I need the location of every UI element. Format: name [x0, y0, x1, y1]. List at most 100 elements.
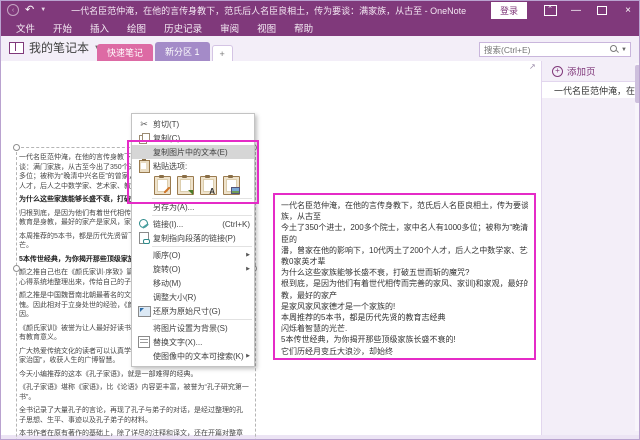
menu-separator [152, 198, 252, 199]
article-paragraph: 全书记录了大量孔子的言论，再现了孔子与弟子的对话，是经过整理的孔子思想、生平、事… [19, 407, 243, 424]
page-list-item[interactable]: 一代名臣范仲淹，在他 [542, 82, 639, 98]
arrow-glyph [188, 189, 193, 195]
ribbon-tab[interactable]: 绘图 [118, 19, 155, 36]
submenu-arrow-icon: ▶ [246, 252, 250, 258]
menu-item-restore-original-size[interactable]: 还原为原始尺寸(G) [132, 304, 254, 318]
search-box[interactable]: ▼ [479, 42, 631, 57]
ribbon-tab[interactable]: 视图 [248, 19, 285, 36]
paste-options-row: A [132, 173, 254, 197]
search-icon [610, 45, 619, 54]
add-page-label: 添加页 [567, 67, 596, 78]
ribbon-tab[interactable]: 开始 [44, 19, 81, 36]
selection-handle-middle-left[interactable] [13, 265, 20, 272]
pasted-text-line: 臣的 [281, 234, 297, 244]
menu-item-resize[interactable]: 调整大小(R) [132, 290, 254, 304]
panel-scrollbar[interactable] [635, 63, 639, 431]
pasted-text-line: 教0家英才辈 [281, 257, 326, 267]
ribbon-display-options-button[interactable]: ⌃ [537, 1, 563, 19]
minimize-button[interactable]: — [563, 1, 589, 19]
menu-item-label: 使图像中的文本可搜索(K) [153, 351, 244, 361]
menu-item-copy[interactable]: 复制(C) [132, 131, 254, 145]
menu-item-link[interactable]: 链接(I)... (Ctrl+K) [132, 217, 254, 231]
titlebar-controls: 登录 ⌃ — × [490, 1, 639, 19]
menu-item-copy-link-to-paragraph[interactable]: 复制指向段落的链接(P) [132, 231, 254, 245]
menu-item-label: 粘贴选项: [153, 161, 188, 171]
notebook-dropdown[interactable]: 我的笔记本 ▼ [9, 39, 100, 56]
ribbon-tab[interactable]: 历史记录 [155, 19, 211, 36]
undo-icon[interactable]: ↶ [25, 5, 34, 16]
submenu-arrow-icon: ▶ [246, 353, 250, 359]
pasted-text-line: 本周推荐的5本书，都是历代先贤的教育志经典 [281, 313, 446, 323]
menu-item-move[interactable]: 移动(M) [132, 276, 254, 290]
notebook-icon [9, 41, 24, 54]
menu-item-label: 另存为(A)... [153, 202, 195, 212]
ribbon-display-icon: ⌃ [543, 4, 557, 16]
maximize-button[interactable] [589, 1, 615, 19]
pasted-text-line: 潘，曾家在他的影响下，10代丙土了200个人才，后人之中数学家、艺术家、 [281, 245, 528, 255]
menu-item-label: 旋转(O) [153, 264, 181, 274]
menu-item-save-as[interactable]: 另存为(A)... [132, 200, 254, 214]
pasted-text-line: 根到底，是因为他们有着世代相传而完善的家风、家训}和家观，最好的教0是身 [281, 279, 528, 289]
login-button[interactable]: 登录 [490, 1, 527, 19]
notebook-name: 我的笔记本 [29, 41, 90, 55]
paste-icon [137, 158, 151, 173]
paragraph-link-icon [137, 232, 151, 244]
pasted-text-line: 族，从古至 [281, 212, 321, 222]
menu-item-rotate[interactable]: 旋转(O) ▶ [132, 262, 254, 276]
menu-separator [152, 319, 252, 320]
menu-item-make-text-searchable[interactable]: 使图像中的文本可搜索(K) ▶ [132, 349, 254, 363]
search-input[interactable] [480, 44, 611, 55]
close-button[interactable]: × [615, 1, 639, 19]
pasted-text-container[interactable]: 一代名臣范仲淹，在他的言传身教下，范氏后人名臣良相土，传为要谈：满家 族，从古至今… [273, 193, 536, 360]
pasted-text-line: 是家风家风家德才是一个家族的! [281, 301, 396, 311]
menu-item-label: 复制(C) [153, 133, 181, 143]
pasted-text-line: 教，最好的家产 [281, 290, 337, 300]
pasted-text-line: 它们历经月变丘大浪沙，却始终 [281, 346, 393, 356]
paste-as-picture-icon[interactable] [223, 174, 240, 195]
menu-item-copy-text-from-picture[interactable]: 复制图片中的文本(E) [132, 145, 254, 159]
back-icon[interactable]: ‹ [7, 4, 19, 16]
menu-item-label: 复制图片中的文本(E) [153, 147, 228, 157]
ribbon-tab[interactable]: 文件 [7, 19, 44, 36]
section-tab[interactable]: 新分区 1 [155, 42, 210, 61]
menu-separator [152, 215, 252, 216]
context-menu: ✂ 剪切(T) 复制(C) 复制图片中的文本(E) 粘贴选项: A 另存为(A)… [131, 113, 255, 367]
menu-item-order[interactable]: 顺序(O) ▶ [132, 248, 254, 262]
paste-merge-formatting-icon[interactable] [177, 174, 194, 195]
pasted-text-line: 5本传世经典，为你揭开那些顶级家族长盛不衰的! [281, 335, 456, 345]
ribbon-tab[interactable]: 插入 [81, 19, 118, 36]
menu-separator [152, 246, 252, 247]
menu-item-alt-text[interactable]: 替换文字(X)... [132, 335, 254, 349]
search-scope-dropdown-icon[interactable]: ▼ [621, 47, 627, 53]
menu-item-cut[interactable]: ✂ 剪切(T) [132, 117, 254, 131]
selection-handle-top-left[interactable] [13, 144, 20, 151]
maximize-icon [597, 5, 607, 15]
ribbon-tab[interactable]: 帮助 [285, 19, 322, 36]
menu-item-label: 还原为原始尺寸(G) [153, 306, 221, 316]
quick-access-toolbar: ‹ ↶ ▼ [1, 4, 46, 16]
page-canvas[interactable]: 一代名臣范仲淹，在他的言传身教下，范氏后人名臣良将辈出，传为美谈：满门家族，从古… [1, 61, 541, 439]
menu-item-label: 替换文字(X)... [153, 337, 203, 347]
menu-item-set-picture-as-background[interactable]: 将图片设置为背景(S) [132, 321, 254, 335]
section-tab[interactable]: + [211, 45, 233, 61]
article-paragraph: 本书作者在原有著作的基础上，除了详尽的注释和译文，还在开篇对整章内容都作了概述，… [19, 430, 243, 437]
paste-keep-text-only-icon[interactable]: A [200, 174, 217, 196]
scrollbar-thumb[interactable] [635, 65, 639, 103]
pasted-text-line: 为什么这些家族能够长盛不衰，打破五世而斩的魔咒? [281, 268, 470, 278]
article-paragraph: 《孔子家语》堪称《家语》，比《论语》内容更丰富，被誉为“孔子研究第一书”。 [19, 384, 249, 401]
menu-item-label: 链接(I)... [153, 219, 184, 229]
ribbon-tab[interactable]: 审阅 [211, 19, 248, 36]
paste-keep-source-formatting-icon[interactable] [154, 174, 171, 195]
page-list-panel: + 添加页 一代名臣范仲淹，在他 [541, 61, 639, 435]
expand-panel-icon[interactable]: ↗ [529, 62, 536, 71]
section-tab[interactable]: 快速笔记 [97, 44, 154, 61]
submenu-arrow-icon: ▶ [246, 266, 250, 272]
menu-item-label: 顺序(O) [153, 250, 181, 260]
add-page-button[interactable]: + 添加页 [542, 63, 639, 79]
restore-size-icon [137, 305, 151, 317]
titlebar: ‹ ↶ ▼ 一代名臣范仲淹，在他的言传身教下，范氏后人名臣良相土，传为要谈：满家… [1, 1, 639, 19]
pasted-text-line: 今土了350个进士，200多个院士，家中名人有1000多位；被称为“晚清中兴名 [281, 223, 528, 233]
menu-item-shortcut: (Ctrl+K) [222, 219, 250, 229]
menu-item-label: 复制指向段落的链接(P) [153, 233, 236, 243]
copy-icon [137, 132, 151, 144]
